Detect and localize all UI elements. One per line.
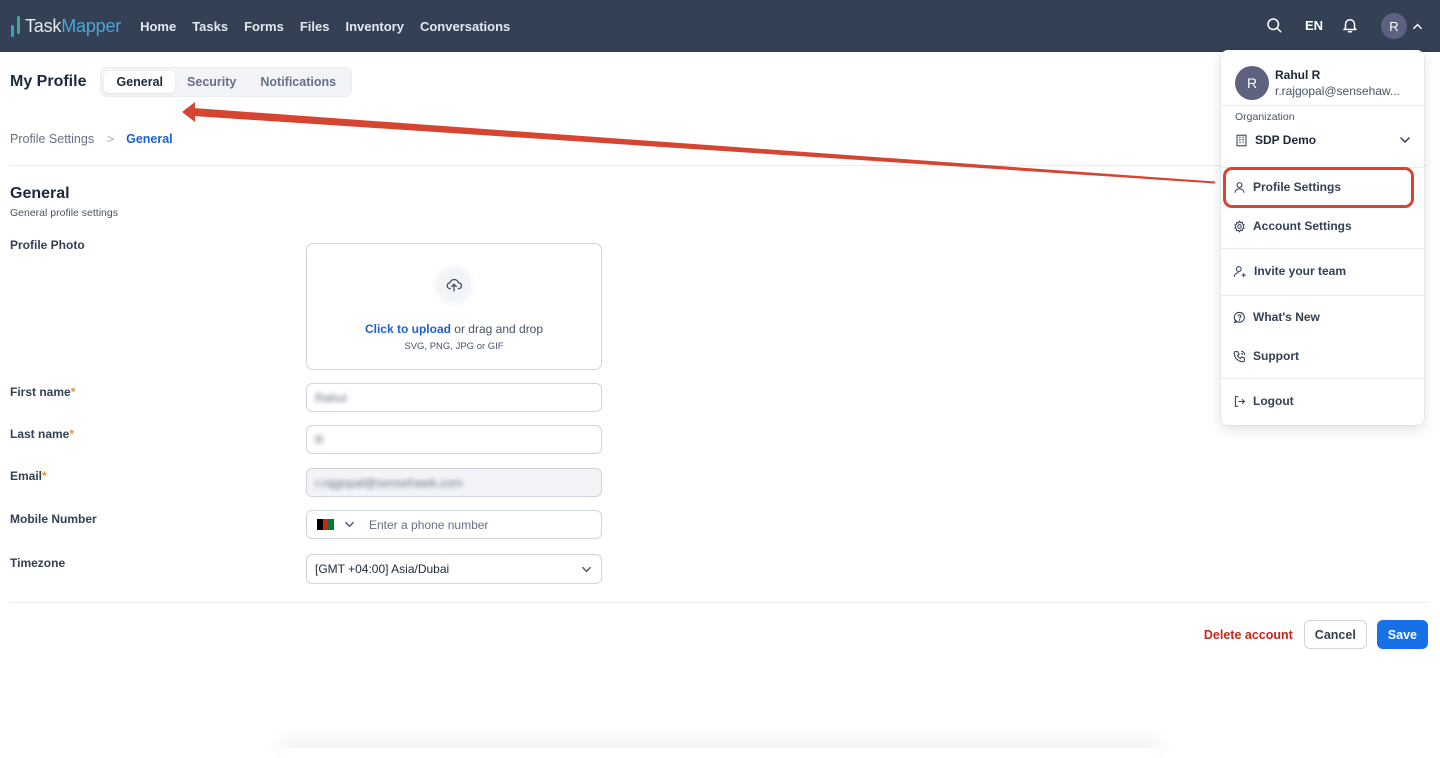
first-name-input[interactable]: Rahul bbox=[306, 383, 602, 412]
click-to-upload-link[interactable]: Click to upload bbox=[365, 322, 451, 336]
nav-files[interactable]: Files bbox=[292, 19, 338, 34]
breadcrumb-general: General bbox=[126, 132, 173, 146]
avatar: R bbox=[1381, 13, 1407, 39]
breadcrumb-separator: > bbox=[107, 132, 115, 146]
user-email: r.rajgopal@sensehaw... bbox=[1275, 84, 1400, 98]
organization-label: Organization bbox=[1235, 111, 1295, 123]
header-divider bbox=[10, 165, 1428, 166]
nav-forms[interactable]: Forms bbox=[236, 19, 292, 34]
user-menu-toggle[interactable]: R bbox=[1381, 13, 1423, 39]
annotation-arrow-shaft bbox=[193, 108, 1215, 184]
upload-instructions: Click to upload or drag and drop bbox=[364, 322, 544, 336]
form-divider bbox=[10, 602, 1428, 603]
chevron-down-icon bbox=[345, 521, 354, 528]
last-name-input[interactable]: R bbox=[306, 425, 602, 454]
organization-selector[interactable]: SDP Demo bbox=[1235, 133, 1411, 147]
bell-icon[interactable] bbox=[1341, 16, 1359, 34]
upload-cloud-icon bbox=[437, 268, 471, 302]
upload-file-types: SVG, PNG, JPG or GIF bbox=[404, 341, 504, 352]
nav-conversations[interactable]: Conversations bbox=[412, 19, 518, 34]
timezone-label: Timezone bbox=[10, 556, 66, 570]
tab-general[interactable]: General bbox=[104, 71, 176, 93]
menu-item-account-settings[interactable]: Account Settings bbox=[1233, 216, 1413, 236]
profile-photo-label: Profile Photo bbox=[10, 238, 85, 252]
breadcrumb-profile-settings[interactable]: Profile Settings bbox=[10, 132, 94, 146]
section-subtitle: General profile settings bbox=[10, 207, 118, 219]
first-name-label: First name* bbox=[10, 385, 76, 399]
taskmapper-logo[interactable]: TaskMapper bbox=[11, 0, 121, 52]
user-dropdown-menu: R Rahul R r.rajgopal@sensehaw... Organiz… bbox=[1221, 50, 1424, 425]
cancel-button[interactable]: Cancel bbox=[1303, 620, 1367, 649]
timezone-select[interactable]: [GMT +04:00] Asia/Dubai bbox=[306, 554, 602, 584]
mobile-number-input[interactable]: Enter a phone number bbox=[306, 510, 602, 539]
logo-mark-icon bbox=[11, 15, 20, 37]
form-actions: Delete account Cancel Save bbox=[1204, 620, 1428, 649]
message-question-icon bbox=[1233, 311, 1245, 323]
mobile-number-label: Mobile Number bbox=[10, 512, 97, 526]
logo-text: TaskMapper bbox=[25, 15, 122, 36]
language-selector[interactable]: EN bbox=[1305, 18, 1323, 33]
user-plus-icon bbox=[1233, 265, 1246, 277]
email-input: r.rajgopal@sensehawk.com bbox=[306, 468, 602, 497]
menu-item-profile-settings[interactable]: Profile Settings bbox=[1233, 177, 1413, 197]
nav-home[interactable]: Home bbox=[132, 19, 184, 34]
profile-tabs: General Security Notifications bbox=[100, 67, 353, 97]
last-name-label: Last name* bbox=[10, 427, 75, 441]
user-icon bbox=[1234, 181, 1245, 193]
dropdown-divider bbox=[1221, 378, 1424, 379]
menu-item-whats-new[interactable]: What's New bbox=[1233, 307, 1413, 327]
search-icon[interactable] bbox=[1265, 16, 1283, 34]
nav-inventory[interactable]: Inventory bbox=[337, 19, 412, 34]
chevron-up-icon bbox=[1413, 23, 1422, 29]
avatar: R bbox=[1235, 66, 1269, 100]
nav-tasks[interactable]: Tasks bbox=[184, 19, 236, 34]
breadcrumb: Profile Settings > General bbox=[10, 132, 173, 146]
bottom-panel-shadow bbox=[280, 748, 1160, 758]
phone-placeholder: Enter a phone number bbox=[369, 517, 489, 532]
country-code-selector[interactable] bbox=[315, 519, 355, 530]
annotation-arrowhead bbox=[182, 102, 195, 122]
page-title: My Profile bbox=[10, 73, 87, 90]
delete-account-button[interactable]: Delete account bbox=[1204, 628, 1293, 642]
tab-notifications[interactable]: Notifications bbox=[248, 71, 348, 93]
top-navigation-bar: TaskMapper Home Tasks Forms Files Invent… bbox=[0, 0, 1440, 52]
page-header: My Profile General Security Notification… bbox=[10, 67, 353, 97]
photo-upload-dropzone[interactable]: Click to upload or drag and drop SVG, PN… bbox=[306, 243, 602, 370]
dropdown-divider bbox=[1221, 167, 1424, 168]
chevron-down-icon bbox=[1400, 137, 1410, 144]
main-nav: Home Tasks Forms Files Inventory Convers… bbox=[132, 19, 518, 34]
chevron-down-icon bbox=[582, 566, 591, 573]
user-name: Rahul R bbox=[1275, 68, 1321, 82]
menu-item-logout[interactable]: Logout bbox=[1233, 391, 1413, 411]
dropdown-divider bbox=[1221, 248, 1424, 249]
logout-icon bbox=[1234, 395, 1246, 407]
phone-icon bbox=[1233, 350, 1246, 362]
menu-item-support[interactable]: Support bbox=[1233, 346, 1413, 366]
gear-icon bbox=[1234, 219, 1245, 233]
email-label: Email* bbox=[10, 469, 47, 483]
afghanistan-flag-icon bbox=[317, 519, 335, 530]
tab-security[interactable]: Security bbox=[175, 71, 248, 93]
building-icon bbox=[1236, 134, 1247, 146]
dropdown-divider bbox=[1221, 295, 1424, 296]
dropdown-user-info: R Rahul R r.rajgopal@sensehaw... bbox=[1221, 50, 1424, 106]
save-button[interactable]: Save bbox=[1376, 620, 1428, 649]
menu-item-invite-team[interactable]: Invite your team bbox=[1233, 261, 1413, 281]
section-title: General bbox=[10, 185, 70, 202]
